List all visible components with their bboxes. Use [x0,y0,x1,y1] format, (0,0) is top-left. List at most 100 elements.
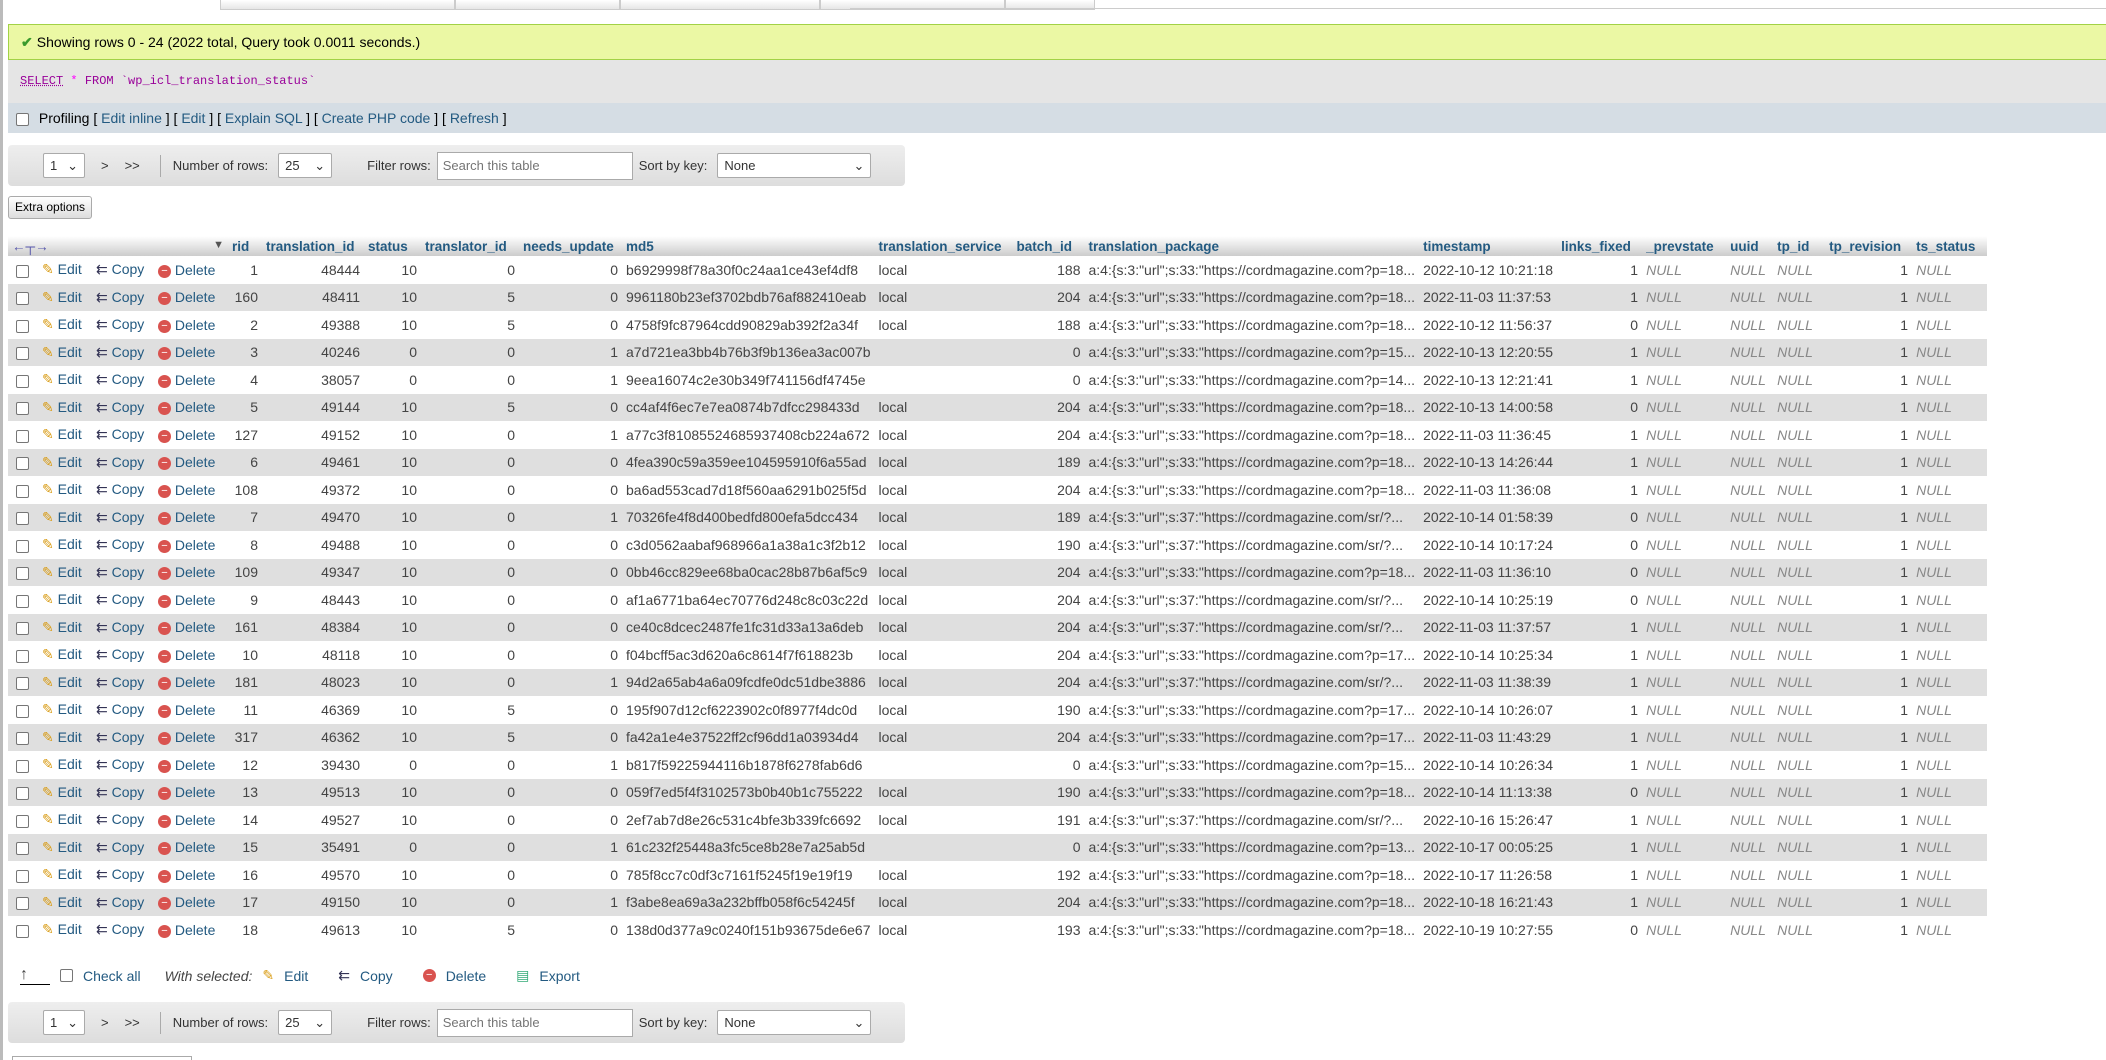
cell-tp-id[interactable]: NULL [1773,751,1825,779]
cell--prevstate[interactable]: NULL [1642,861,1726,889]
cell-ts-status[interactable]: NULL [1912,751,1987,779]
cell-translation-package[interactable]: a:4:{s:3:"url";s:37:"https://cordmagazin… [1084,806,1419,834]
cell-tp-id[interactable]: NULL [1773,421,1825,449]
edit-link[interactable]: Edit [181,110,205,126]
cell-translator-id[interactable]: 0 [421,476,519,504]
cell-links-fixed[interactable]: 1 [1557,366,1642,394]
cell-batch-id[interactable]: 190 [1012,778,1085,806]
cell-links-fixed[interactable]: 0 [1557,311,1642,339]
cell-timestamp[interactable]: 2022-10-17 00:05:25 [1419,833,1558,861]
cell-batch-id[interactable]: 190 [1012,531,1084,559]
cell-ts-status[interactable]: NULL [1912,558,1988,586]
cell-ts-status[interactable]: NULL [1912,613,1988,641]
cell-translation-service[interactable]: local [874,558,1013,586]
row-delete-button[interactable]: Delete [175,317,215,333]
cell-uuid[interactable]: NULL [1726,256,1773,284]
cell-rid[interactable]: 15 [228,833,262,861]
cell-translator-id[interactable]: 5 [421,723,519,751]
cell-translation-service[interactable]: local [874,256,1012,284]
cell-translation-id[interactable]: 49461 [262,448,364,476]
cell-md5[interactable]: 9eea16074c2e30b349f741156df4745e [622,366,874,394]
row-edit-button[interactable]: Edit [58,866,82,882]
cell-uuid[interactable]: NULL [1726,613,1774,641]
cell-md5[interactable]: c3d0562aabaf968966a1a38a1c3f2b12 [622,531,874,559]
cell-translation-package[interactable]: a:4:{s:3:"url";s:33:"https://cordmagazin… [1084,448,1420,476]
cell-tp-id[interactable]: NULL [1773,366,1825,394]
rows-select[interactable]: 25 ⌄ [278,1010,333,1035]
cell-batch-id[interactable]: 204 [1012,723,1085,751]
row-delete-button[interactable]: Delete [175,674,215,690]
cell-uuid[interactable]: NULL [1726,393,1774,421]
cell-timestamp[interactable]: 2022-11-03 11:43:29 [1419,723,1558,751]
cell-batch-id[interactable]: 0 [1012,366,1084,394]
row-edit-button[interactable]: Edit [58,564,82,580]
cell-tp-revision[interactable]: 1 [1825,448,1913,476]
check-all-label[interactable]: Check all [83,968,141,984]
column-header-rid[interactable]: rid [228,236,262,256]
column-toggle[interactable]: ←┬→ ▼ [8,236,228,256]
cell-translation-service[interactable]: local [874,696,1012,724]
bulk-export-button[interactable]: Export [539,968,579,984]
cell-needs-update[interactable]: 1 [519,338,622,366]
cell-links-fixed[interactable]: 0 [1557,503,1643,531]
cell-translator-id[interactable]: 0 [421,806,519,834]
cell-rid[interactable]: 10 [228,641,262,669]
column-header-needs-update[interactable]: needs_update [519,236,622,256]
cell-tp-id[interactable]: NULL [1773,558,1826,586]
cell-timestamp[interactable]: 2022-10-12 11:56:37 [1419,311,1557,339]
cell-status[interactable]: 0 [364,338,421,366]
cell-tp-id[interactable]: NULL [1773,531,1825,559]
row-checkbox[interactable] [16,429,29,443]
row-edit-button[interactable]: Edit [58,784,82,800]
cell-timestamp[interactable]: 2022-10-14 10:17:24 [1419,531,1557,559]
cell-uuid[interactable]: NULL [1726,916,1773,944]
row-checkbox[interactable] [16,402,29,416]
cell-translation-package[interactable]: a:4:{s:3:"url";s:37:"https://cordmagazin… [1084,586,1419,614]
explain-sql-link[interactable]: Explain SQL [225,110,302,126]
cell-batch-id[interactable]: 0 [1012,338,1085,366]
cell-tp-revision[interactable]: 1 [1825,476,1912,504]
cell-md5[interactable]: fa42a1e4e37522ff2cf96dd1a03934d4 [622,723,875,751]
cell-translation-id[interactable]: 49144 [262,393,364,421]
cell-tp-id[interactable]: NULL [1773,806,1825,834]
cell-ts-status[interactable]: NULL [1912,393,1988,421]
cell-translator-id[interactable]: 0 [421,861,519,889]
cell-status[interactable]: 10 [364,256,421,284]
cell-batch-id[interactable]: 0 [1012,833,1085,861]
cell-rid[interactable]: 161 [228,613,262,641]
row-delete-button[interactable]: Delete [175,399,215,415]
row-copy-button[interactable]: Copy [112,564,145,580]
column-arrows-icon[interactable]: ←┬→ [12,239,49,254]
cell-translation-package[interactable]: a:4:{s:3:"url";s:33:"https://cordmagazin… [1084,366,1419,394]
cell-md5[interactable]: ba6ad553cad7d18f560aa6291b025f5d [622,476,874,504]
cell-md5[interactable]: 785f8cc7c0df3c7161f5245f19e19f19 [622,861,874,889]
row-checkbox[interactable] [16,814,29,828]
cell-translation-package[interactable]: a:4:{s:3:"url";s:37:"https://cordmagazin… [1084,503,1420,531]
cell-batch-id[interactable]: 193 [1012,916,1084,944]
row-checkbox[interactable] [16,594,29,608]
cell-timestamp[interactable]: 2022-10-14 10:26:34 [1419,751,1557,779]
row-checkbox[interactable] [16,264,29,278]
cell-rid[interactable]: 317 [228,723,262,751]
cell--prevstate[interactable]: NULL [1642,558,1727,586]
cell-ts-status[interactable]: NULL [1912,888,1988,916]
cell-uuid[interactable]: NULL [1726,696,1773,724]
cell-timestamp[interactable]: 2022-10-14 10:25:34 [1419,641,1557,669]
cell-rid[interactable]: 14 [228,806,262,834]
cell--prevstate[interactable]: NULL [1642,696,1726,724]
cell-translation-package[interactable]: a:4:{s:3:"url";s:33:"https://cordmagazin… [1084,723,1420,751]
cell-ts-status[interactable]: NULL [1912,311,1987,339]
row-checkbox[interactable] [16,512,29,526]
bulk-edit-button[interactable]: Edit [284,968,308,984]
cell-translation-package[interactable]: a:4:{s:3:"url";s:33:"https://cordmagazin… [1084,861,1419,889]
row-edit-button[interactable]: Edit [58,536,82,552]
cell-status[interactable]: 10 [364,916,421,944]
tab[interactable] [455,0,620,10]
row-delete-button[interactable]: Delete [175,812,215,828]
row-delete-button[interactable]: Delete [175,839,215,855]
row-edit-button[interactable]: Edit [58,509,82,525]
cell-tp-id[interactable]: NULL [1773,833,1826,861]
row-edit-button[interactable]: Edit [58,454,82,470]
row-delete-button[interactable]: Delete [175,482,215,498]
cell-batch-id[interactable]: 204 [1012,393,1085,421]
